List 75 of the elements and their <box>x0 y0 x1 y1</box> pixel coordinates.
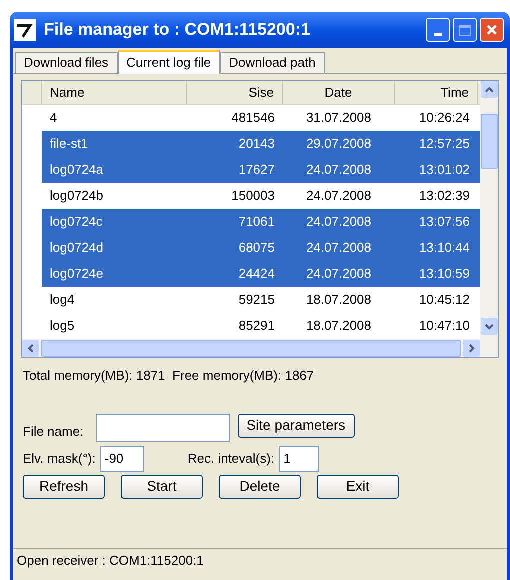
table-cell-text: 10:45:12 <box>418 291 471 310</box>
logo-icon <box>14 19 36 41</box>
vertical-scrollbar[interactable] <box>480 81 498 339</box>
table-cell-text: 18.07.2008 <box>305 317 373 336</box>
table-cell-text: log0724d <box>49 239 104 258</box>
table-cell-text: 59215 <box>238 291 276 310</box>
record-interval-label: Rec. inteval(s): <box>188 450 275 468</box>
table-cell-text: 71061 <box>238 213 276 232</box>
table-cell-text: 17627 <box>238 161 276 180</box>
column-header[interactable]: Time <box>395 81 478 104</box>
table-cell-text: log5 <box>49 317 76 336</box>
file-name-label: File name: <box>23 423 84 441</box>
table-cell-text: 24.07.2008 <box>305 213 373 232</box>
record-interval-field[interactable]: 1 <box>278 446 319 472</box>
horizontal-scrollbar[interactable] <box>22 339 498 357</box>
table-cell-text: 13:01:02 <box>418 161 471 180</box>
table-cell-text: 24.07.2008 <box>305 161 373 180</box>
scroll-thumb[interactable] <box>41 340 461 356</box>
table-cell-text: 481546 <box>230 109 276 128</box>
minimize-button[interactable] <box>426 18 450 42</box>
action-button[interactable]: Start <box>121 474 203 498</box>
column-header[interactable]: Name <box>42 81 187 104</box>
table-row[interactable]: log0724e 24424 24.07.2008 13:10:59 <box>42 261 480 287</box>
table-cell-text: 10:47:10 <box>418 317 471 336</box>
table-cell-text: log4 <box>49 291 76 310</box>
table-row[interactable]: log0724d 68075 24.07.2008 13:10:44 <box>42 235 480 261</box>
table-cell-text: 10:26:24 <box>418 109 471 128</box>
table-cell-text: 150003 <box>230 187 276 206</box>
scroll-up-button[interactable] <box>480 81 498 98</box>
table-cell-text: 12:57:25 <box>418 135 471 154</box>
tab[interactable]: Download files <box>15 52 118 73</box>
table-row[interactable]: log0724c 71061 24.07.2008 13:07:56 <box>42 209 480 235</box>
table-cell-text: 24.07.2008 <box>305 187 373 206</box>
table-cell-text: 13:07:56 <box>418 213 471 232</box>
scroll-thumb[interactable] <box>480 114 498 169</box>
scroll-right-button[interactable] <box>463 340 480 356</box>
column-header[interactable]: Sise <box>187 81 283 104</box>
site-parameters-button[interactable]: Site parameters <box>238 414 355 438</box>
close-icon <box>486 24 498 36</box>
table-cell-text: 20143 <box>238 135 276 154</box>
table-cell-text: log0724c <box>49 213 104 232</box>
table-cell-text: log0724b <box>49 187 104 206</box>
window-title: File manager to : COM1:115200:1 <box>44 19 310 42</box>
scroll-left-button[interactable] <box>22 340 39 356</box>
table-cell-text: 85291 <box>238 317 276 336</box>
table-cell-text: 18.07.2008 <box>305 291 373 310</box>
table-cell-text: file-st1 <box>49 135 90 154</box>
table-cell-text: 68075 <box>238 239 276 258</box>
elevation-mask-label: Elv. mask(°): <box>23 450 96 468</box>
table-cell-text: 13:10:44 <box>418 239 471 258</box>
status-bar: Open receiver : COM1:115200:1 <box>13 548 507 572</box>
scroll-down-button[interactable] <box>480 318 498 335</box>
table-row[interactable]: file-st1 20143 29.07.2008 12:57:25 <box>42 131 480 157</box>
action-button[interactable]: Exit <box>317 474 399 498</box>
action-button[interactable]: Refresh <box>23 474 105 498</box>
table-cell-text: 4 <box>49 109 58 128</box>
table-cell-text: 13:02:39 <box>418 187 471 206</box>
table-cell-text: 13:10:59 <box>418 265 471 284</box>
table-cell-text: 24424 <box>238 265 276 284</box>
table-cell-text: 29.07.2008 <box>305 135 373 154</box>
memory-info: Total memory(MB): 1871 Free memory(MB): 1867 <box>23 367 316 385</box>
table-cell-text: log0724a <box>49 161 104 180</box>
table-cell-text: 24.07.2008 <box>305 265 373 284</box>
table-cell-text: 31.07.2008 <box>305 109 373 128</box>
close-button[interactable] <box>480 18 504 42</box>
action-button[interactable]: Delete <box>219 474 301 498</box>
table-cell-text: log0724e <box>49 265 104 284</box>
tab[interactable]: Current log file <box>118 50 220 74</box>
maximize-button[interactable] <box>453 18 477 42</box>
column-header[interactable]: Date <box>283 81 395 104</box>
table-row[interactable]: log0724a 17627 24.07.2008 13:01:02 <box>42 157 480 183</box>
file-name-field[interactable] <box>96 414 230 442</box>
table-cell-text: 24.07.2008 <box>305 239 373 258</box>
elevation-mask-field[interactable]: -90 <box>100 446 144 472</box>
tab[interactable]: Download path <box>220 52 325 73</box>
